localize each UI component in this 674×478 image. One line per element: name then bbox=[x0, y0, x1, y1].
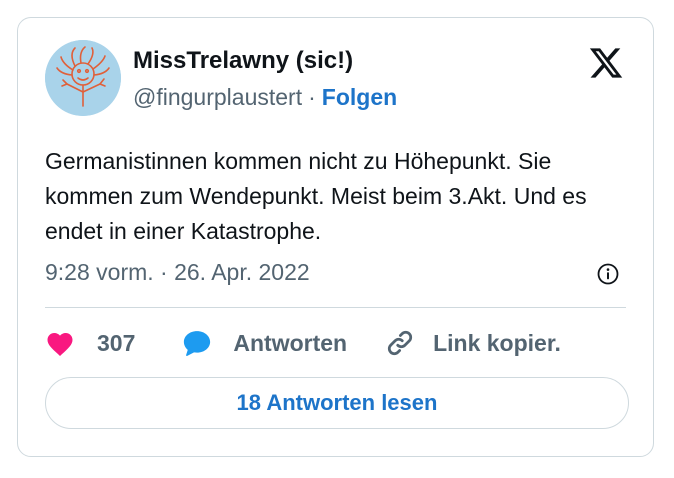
copy-link-button[interactable]: Link kopier. bbox=[385, 328, 561, 358]
tweet-timestamp[interactable]: 9:28 vorm. · 26. Apr. 2022 bbox=[45, 259, 310, 286]
avatar-drawing bbox=[45, 40, 121, 116]
author-handle-row: @fingurplaustert · Folgen bbox=[133, 84, 397, 111]
action-bar: 307 Antworten Link kopier. bbox=[45, 325, 561, 361]
author-handle[interactable]: @fingurplaustert bbox=[133, 84, 302, 110]
read-replies-label: 18 Antworten lesen bbox=[236, 390, 438, 415]
info-icon[interactable] bbox=[596, 262, 620, 286]
read-replies-button[interactable]: 18 Antworten lesen bbox=[45, 377, 629, 429]
divider bbox=[45, 307, 626, 308]
avatar[interactable] bbox=[45, 40, 121, 116]
reply-bubble-icon bbox=[184, 331, 211, 356]
x-logo-icon[interactable] bbox=[587, 45, 625, 81]
heart-icon bbox=[47, 333, 73, 356]
like-button[interactable]: 307 bbox=[45, 329, 135, 357]
copy-link-label: Link kopier. bbox=[433, 329, 561, 356]
like-count: 307 bbox=[97, 329, 136, 356]
tweet-text: Germanistinnen kommen nicht zu Höhepunkt… bbox=[45, 148, 587, 244]
tweet-embed-card: MissTrelawny (sic!) @fingurplaustert · Fol… bbox=[17, 17, 654, 457]
author-display-name[interactable]: MissTrelawny (sic!) bbox=[133, 47, 353, 75]
reply-button[interactable]: Antworten bbox=[181, 328, 347, 358]
link-icon bbox=[388, 330, 413, 356]
follow-button[interactable]: Folgen bbox=[322, 84, 397, 110]
reply-label: Antworten bbox=[233, 329, 348, 356]
handle-separator: · bbox=[308, 84, 316, 110]
